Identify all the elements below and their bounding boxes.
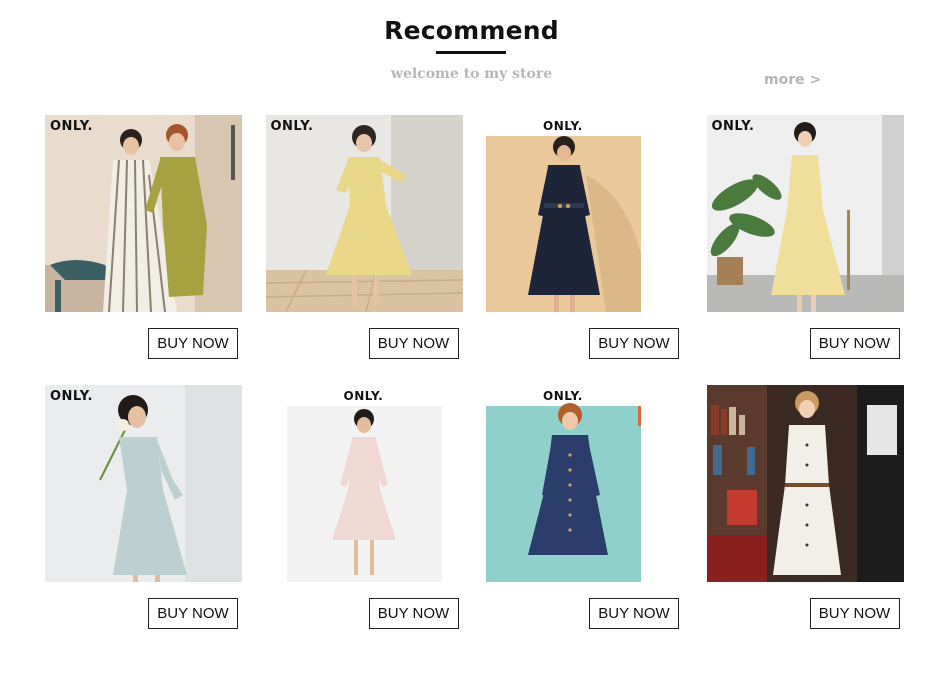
brand-logo: ONLY.: [711, 119, 755, 134]
product-card: ONLY. BUY NOW: [706, 115, 904, 362]
more-link[interactable]: more >: [764, 72, 821, 88]
product-grid: ONLY. BUY NOW ONLY. BUY NOW ONLY. BUY NO…: [45, 115, 904, 632]
product-card: ONLY. BUY NOW: [265, 385, 463, 632]
brand-logo: ONLY.: [270, 119, 314, 134]
brand-logo: ONLY.: [50, 119, 93, 134]
product-image[interactable]: ONLY.: [45, 115, 242, 312]
title-underline: [436, 51, 506, 54]
section-header: Recommend welcome to my store more >: [0, 0, 943, 100]
buy-now-button[interactable]: BUY NOW: [368, 598, 459, 629]
brand-logo: ONLY.: [343, 389, 384, 403]
buy-now-button[interactable]: BUY NOW: [809, 328, 900, 359]
product-image[interactable]: ONLY.: [486, 385, 683, 582]
brand-logo: ONLY.: [543, 119, 583, 133]
section-title: Recommend: [384, 16, 559, 45]
product-card: ONLY. BUY NOW: [486, 115, 683, 362]
product-image[interactable]: [706, 385, 904, 582]
product-image[interactable]: ONLY.: [265, 115, 463, 312]
buy-now-button[interactable]: BUY NOW: [148, 328, 238, 359]
buy-now-button[interactable]: BUY NOW: [589, 328, 679, 359]
brand-logo: ONLY.: [50, 389, 93, 404]
buy-now-button[interactable]: BUY NOW: [589, 598, 679, 629]
product-card: BUY NOW: [706, 385, 904, 632]
product-card: ONLY. BUY NOW: [45, 115, 242, 362]
product-image[interactable]: ONLY.: [265, 385, 463, 582]
product-card: ONLY. BUY NOW: [486, 385, 683, 632]
product-image[interactable]: ONLY.: [486, 115, 683, 312]
product-card: ONLY. BUY NOW: [265, 115, 463, 362]
buy-now-button[interactable]: BUY NOW: [148, 598, 238, 629]
product-image[interactable]: ONLY.: [706, 115, 904, 312]
product-image[interactable]: ONLY.: [45, 385, 242, 582]
product-card: ONLY. BUY NOW: [45, 385, 242, 632]
buy-now-button[interactable]: BUY NOW: [368, 328, 459, 359]
brand-logo: ONLY.: [543, 389, 583, 403]
buy-now-button[interactable]: BUY NOW: [809, 598, 900, 629]
